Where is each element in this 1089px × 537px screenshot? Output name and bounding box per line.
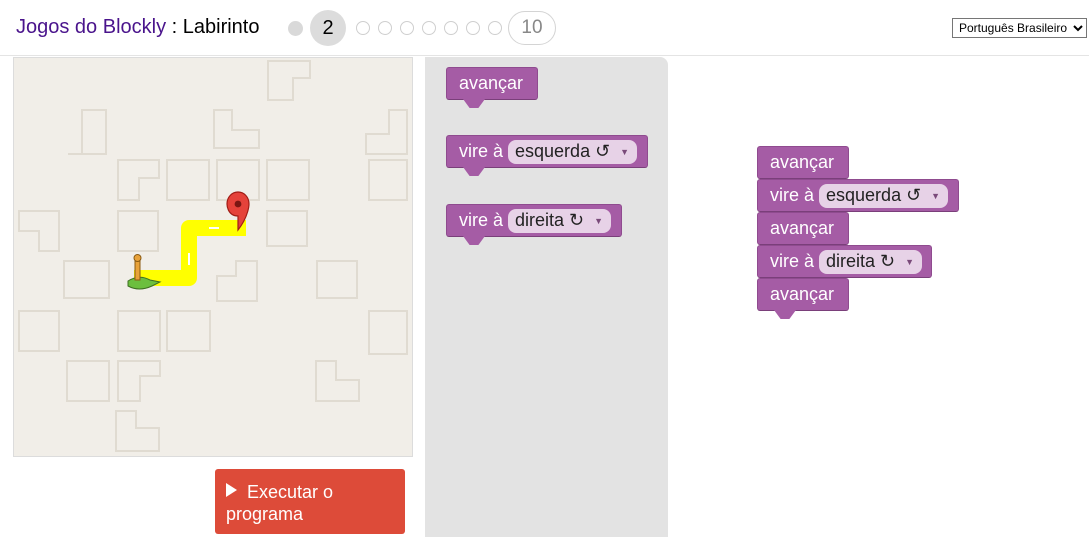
current-level-indicator[interactable]: 2: [310, 10, 346, 46]
workspace-turn-right-block[interactable]: vire à direita ↻ ▼: [757, 245, 932, 278]
level-9-dot[interactable]: [488, 21, 502, 35]
block-label: avançar: [770, 284, 835, 304]
maze-wall-tile: [166, 310, 211, 352]
maze-wall-tile: [68, 109, 107, 155]
level-8-dot[interactable]: [466, 21, 480, 35]
block-label: vire à: [459, 210, 504, 230]
maze-wall-tile: [267, 60, 311, 101]
direction-value: direita ↻: [515, 210, 585, 230]
block-label: vire à: [770, 185, 815, 205]
play-icon: [226, 483, 237, 497]
maze-wall-tile: [63, 260, 110, 299]
maze-wall-tile: [115, 410, 160, 452]
run-program-button[interactable]: Executar o programa: [215, 469, 405, 534]
run-label-line2: programa: [226, 504, 304, 524]
dropdown-arrow-icon: ▼: [594, 215, 604, 226]
level-6-dot[interactable]: [422, 21, 436, 35]
language-select[interactable]: Português Brasileiro: [952, 18, 1087, 38]
direction-dropdown[interactable]: esquerda ↺ ▼: [819, 183, 949, 208]
workspace-forward-block-3[interactable]: avançar: [757, 278, 849, 319]
maze-wall-tile: [368, 159, 408, 201]
maze-drawing: [18, 60, 408, 452]
dropdown-arrow-icon: ▼: [931, 190, 941, 201]
last-level-link[interactable]: 10: [508, 11, 556, 45]
direction-value: esquerda ↺: [826, 185, 922, 205]
maze-wall-tile: [166, 159, 210, 201]
maze-wall-tile: [117, 159, 160, 201]
direction-value: direita ↻: [826, 251, 896, 271]
maze-wall-tile: [117, 210, 159, 252]
toolbox-forward-block[interactable]: avançar: [446, 67, 538, 108]
maze-canvas: [13, 57, 413, 457]
pegman-icon: [133, 254, 142, 281]
maze-wall-tile: [213, 109, 260, 149]
direction-value: esquerda ↺: [515, 141, 611, 161]
maze-wall-tile: [18, 310, 60, 352]
toolbox-turn-right-block[interactable]: vire à direita ↻ ▼: [446, 204, 622, 245]
maze-wall-tile: [316, 260, 358, 299]
level-7-dot[interactable]: [444, 21, 458, 35]
block-label: vire à: [459, 141, 504, 161]
maze-wall-tile: [216, 260, 258, 302]
toolbox-flyout: [425, 57, 668, 537]
level-4-dot[interactable]: [378, 21, 392, 35]
direction-dropdown[interactable]: direita ↻ ▼: [819, 249, 923, 274]
run-label-line1: Executar o: [247, 482, 334, 502]
page-title: Jogos do Blockly : Labirinto: [16, 16, 259, 39]
maze-wall-tile: [266, 210, 308, 247]
maze-wall-tile: [117, 360, 161, 402]
workspace-forward-block-2[interactable]: avançar: [757, 212, 849, 245]
level-5-dot[interactable]: [400, 21, 414, 35]
dropdown-arrow-icon: ▼: [620, 146, 630, 157]
block-label: vire à: [770, 251, 815, 271]
maze-wall-tile: [315, 360, 360, 402]
toolbox-turn-left-block[interactable]: vire à esquerda ↺ ▼: [446, 135, 648, 176]
level-1-dot[interactable]: [288, 20, 303, 36]
workspace-forward-block-1[interactable]: avançar: [757, 146, 849, 179]
maze-wall-tile: [66, 360, 110, 402]
level-selector: 2 10: [286, 10, 556, 46]
maze-wall-tile: [365, 109, 408, 155]
maze-wall-tile: [266, 159, 310, 201]
block-label: avançar: [770, 218, 835, 238]
maze-wall-tile: [368, 310, 408, 355]
level-3-dot[interactable]: [356, 21, 370, 35]
direction-dropdown[interactable]: direita ↻ ▼: [508, 208, 612, 233]
header-bar: Jogos do Blockly : Labirinto 2 10 Portug…: [0, 0, 1089, 56]
block-label: avançar: [459, 73, 524, 93]
block-label: avançar: [770, 152, 835, 172]
maze-wall-tile: [18, 210, 60, 252]
workspace-turn-left-block[interactable]: vire à esquerda ↺ ▼: [757, 179, 959, 212]
direction-dropdown[interactable]: esquerda ↺ ▼: [508, 139, 638, 164]
maze-wall-tile: [117, 310, 161, 352]
dropdown-arrow-icon: ▼: [905, 256, 915, 267]
app-name-link[interactable]: Jogos do Blockly: [16, 16, 166, 38]
game-name: Labirinto: [182, 16, 260, 38]
title-separator: :: [166, 16, 183, 38]
